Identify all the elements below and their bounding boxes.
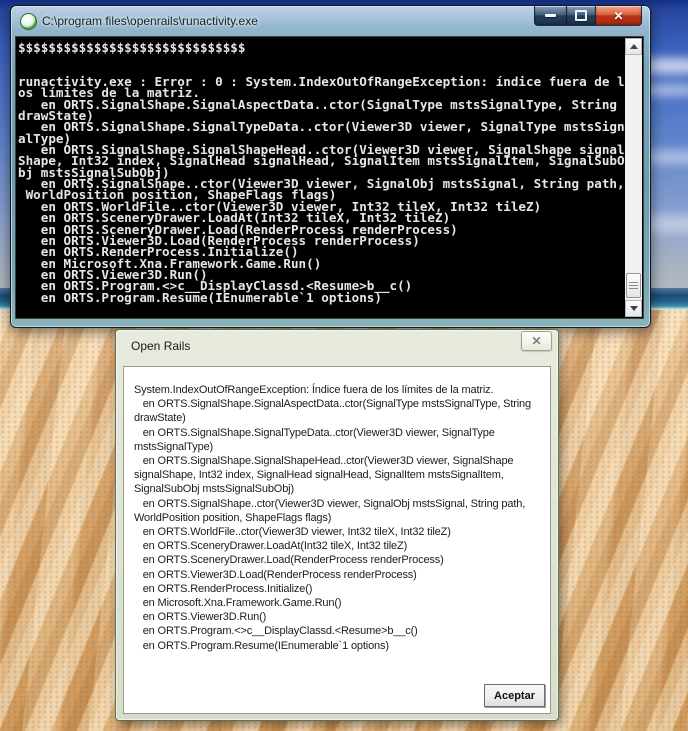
dialog-message-line: en ORTS.Program.Resume(IEnumerable`1 opt… [134, 639, 546, 653]
console-window: C:\program files\openrails\runactivity.e… [10, 5, 651, 328]
scroll-down-icon [630, 306, 638, 311]
scroll-up-button[interactable] [625, 38, 642, 55]
accept-button[interactable]: Aceptar [484, 684, 545, 707]
maximize-icon [575, 10, 587, 21]
window-controls: ✕ [534, 6, 642, 26]
dialog-message-line: en ORTS.SignalShape.SignalAspectData..ct… [134, 397, 546, 411]
console-output-line: en ORTS.SignalShape.SignalAspectData..ct… [18, 99, 625, 110]
dialog-message-line: en ORTS.SceneryDrawer.LoadAt(Int32 tileX… [134, 539, 546, 553]
console-output-text: $$$$$$$$$$$$$$$$$$$$$$$$$$$$$$runactivit… [18, 42, 625, 318]
dialog-close-button[interactable]: ✕ [521, 331, 552, 351]
thumb-grip-icon [629, 282, 638, 289]
close-icon: ✕ [613, 10, 623, 22]
error-dialog: Open Rails ✕ System.IndexOutOfRangeExcep… [115, 329, 559, 721]
console-output-line: en ORTS.Program.Resume(IEnumerable`1 opt… [18, 292, 625, 303]
close-button[interactable]: ✕ [595, 6, 642, 26]
minimize-button[interactable] [534, 6, 567, 26]
console-window-title: C:\program files\openrails\runactivity.e… [42, 14, 258, 28]
dialog-message-line: en ORTS.SignalShape..ctor(Viewer3D viewe… [134, 497, 546, 511]
dialog-message-line: en ORTS.RenderProcess.Initialize() [134, 582, 546, 596]
dialog-message-line: mstsSignalType) [134, 440, 546, 454]
console-output-line: $$$$$$$$$$$$$$$$$$$$$$$$$$$$$$ [18, 42, 625, 53]
console-app-icon [20, 13, 37, 30]
dialog-message-line: en ORTS.Viewer3D.Load(RenderProcess rend… [134, 568, 546, 582]
maximize-button[interactable] [567, 6, 595, 26]
dialog-message-line: en ORTS.SignalShape.SignalTypeData..ctor… [134, 426, 546, 440]
console-scrollbar[interactable] [625, 38, 642, 317]
console-output-line [18, 53, 625, 64]
dialog-message-line: en ORTS.WorldFile..ctor(Viewer3D viewer,… [134, 525, 546, 539]
dialog-message-panel: System.IndexOutOfRangeException: Índice … [123, 366, 551, 714]
scrollbar-thumb[interactable] [626, 273, 641, 298]
dialog-message-line: en ORTS.Program.<>c__DisplayClassd.<Resu… [134, 624, 546, 638]
scroll-down-button[interactable] [625, 300, 642, 317]
minimize-icon [545, 14, 556, 17]
dialog-title: Open Rails [131, 339, 190, 353]
dialog-titlebar[interactable]: Open Rails ✕ [116, 330, 558, 366]
dialog-message-line: drawState) [134, 411, 546, 425]
dialog-message-line: signalShape, Int32 index, SignalHead sig… [134, 468, 546, 482]
dialog-close-icon: ✕ [531, 335, 541, 347]
console-output-area: $$$$$$$$$$$$$$$$$$$$$$$$$$$$$$runactivit… [15, 36, 644, 319]
console-output-line: en ORTS.SignalShape.SignalTypeData..ctor… [18, 121, 625, 132]
dialog-message-text: System.IndexOutOfRangeException: Índice … [134, 383, 546, 653]
scroll-up-icon [630, 44, 638, 49]
console-titlebar[interactable]: C:\program files\openrails\runactivity.e… [11, 6, 650, 36]
dialog-message-line: SignalSubObj mstsSignalSubObj) [134, 482, 546, 496]
dialog-message-line: en ORTS.SceneryDrawer.Load(RenderProcess… [134, 553, 546, 567]
dialog-message-line: en ORTS.Viewer3D.Run() [134, 610, 546, 624]
dialog-message-line: System.IndexOutOfRangeException: Índice … [134, 383, 546, 397]
dialog-message-line: WorldPosition position, ShapeFlags flags… [134, 511, 546, 525]
dialog-message-line: en Microsoft.Xna.Framework.Game.Run() [134, 596, 546, 610]
dialog-message-line: en ORTS.SignalShape.SignalShapeHead..cto… [134, 454, 546, 468]
